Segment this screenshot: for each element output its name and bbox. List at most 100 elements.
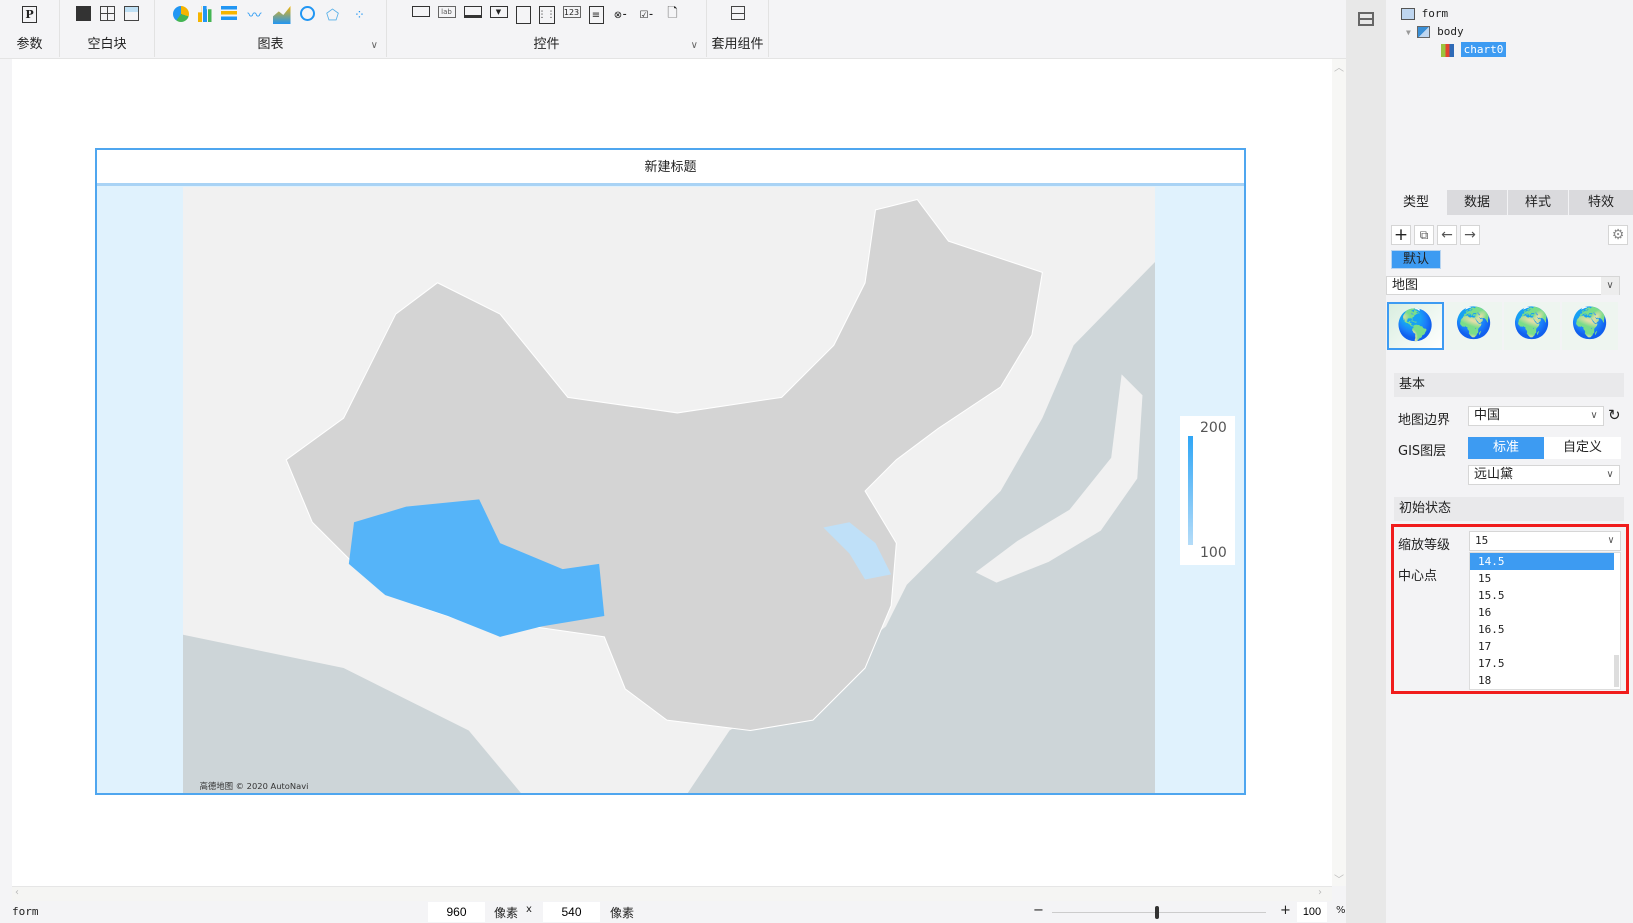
group-label: 套用组件 [711,37,764,52]
canvas-width-input[interactable] [428,902,485,922]
arrow-left-icon[interactable]: ← [1437,225,1457,245]
tree-label: form [1421,7,1449,20]
zoom-out-button[interactable]: − [1033,903,1044,918]
refresh-icon[interactable]: ↻ [1608,406,1621,424]
tab-data[interactable]: 数据 [1447,190,1507,215]
collapse-icon[interactable]: ▼ [1406,28,1411,37]
horizontal-scrollbar[interactable]: ‹ › [12,886,1332,901]
button-widget-icon[interactable] [411,6,430,17]
widget-manager-icon[interactable] [1358,12,1374,26]
area-chart-icon[interactable] [272,6,291,24]
add-icon[interactable]: + [1391,225,1411,245]
parameter-icon[interactable]: P [22,6,37,23]
zoom-level-select[interactable]: 15 ∨ [1469,531,1621,551]
dropdown-option[interactable]: 14.5 [1470,553,1614,570]
map-subtype-region[interactable]: 🌎 [1387,302,1444,350]
map-chart-widget[interactable]: 新建标题 高德地图 © 2020 AutoNavi 200 100 [95,148,1246,795]
map-subtype-point[interactable]: 🌍 [1446,302,1502,350]
gear-icon[interactable]: ⚙ [1608,225,1628,245]
template-component-icon[interactable] [730,6,745,20]
gis-custom-button[interactable]: 自定义 [1544,437,1621,459]
visual-map-legend[interactable]: 200 100 [1180,416,1235,565]
map-boundary-select[interactable]: 中国 ∨ [1468,406,1604,426]
map-subtype-flow[interactable]: 🌍 [1504,302,1560,350]
zoom-level-value: 15 [1475,534,1489,547]
zoom-slider[interactable] [1052,912,1266,913]
scroll-down-icon[interactable]: ﹀ [1332,871,1346,886]
line-chart-icon[interactable]: 〰 [246,6,264,24]
dropdown-option[interactable]: 17 [1470,638,1614,655]
tab-effects[interactable]: 特效 [1569,190,1633,215]
bar-chart-icon[interactable] [197,6,212,22]
zoom-slider-handle[interactable] [1155,906,1159,919]
gis-style-select[interactable]: 远山黛 ∨ [1468,465,1620,485]
china-map[interactable]: 高德地图 © 2020 AutoNavi [183,187,1155,793]
copy-icon[interactable]: ⧉ [1414,225,1434,245]
horizontal-bar-icon[interactable] [220,6,237,20]
chevron-down-icon[interactable]: ∨ [691,40,698,51]
date-widget-icon[interactable] [515,6,531,24]
dropdown-option[interactable]: 15.5 [1470,587,1614,604]
dropdown-widget-icon[interactable]: ▼ [489,6,508,18]
chevron-down-icon[interactable]: ∨ [1601,466,1619,484]
radar-chart-icon[interactable]: ⬠ [324,6,342,24]
scatter-chart-icon[interactable]: ⁘ [351,6,369,24]
absolute-block-icon[interactable] [75,6,91,21]
vertical-scrollbar[interactable]: ︿ ﹀ [1332,59,1346,886]
search-widget-icon[interactable]: 🗋 [664,6,682,24]
dropdown-option[interactable]: 15 [1470,570,1614,587]
toolbar-group-chart: 〰 ⬠ ⁘ 图表 ∨ [155,0,387,57]
chevron-down-icon[interactable]: ∨ [1585,407,1603,425]
tree-node-body[interactable]: ▼ body [1406,25,1464,38]
label-widget-icon[interactable]: lab [437,6,456,18]
tab-style[interactable]: 样式 [1508,190,1568,215]
tree-label: body [1437,25,1464,38]
center-point-label: 中心点 [1398,569,1438,584]
text-widget-icon[interactable] [463,6,482,18]
pie-chart-icon[interactable] [172,6,189,22]
default-tab[interactable]: 默认 [1391,250,1441,269]
split-block-icon[interactable] [99,6,115,21]
zoom-percent-input[interactable] [1297,902,1327,922]
chart-type-select[interactable]: 地图 ∨ [1386,276,1620,295]
list-widget-icon[interactable]: ≡ [588,6,604,24]
form-icon [1401,8,1415,20]
number-widget-icon[interactable]: 123 [562,6,581,18]
arrow-right-icon[interactable]: → [1460,225,1480,245]
scroll-up-icon[interactable]: ︿ [1332,59,1346,74]
canvas-height-input[interactable] [543,902,600,922]
radio-group-icon[interactable]: ⊗⁃ [612,6,630,24]
zoom-level-dropdown[interactable]: 14.5 15 15.5 16 16.5 17 17.5 18 [1469,552,1621,690]
section-initial-state[interactable]: 初始状态 [1394,497,1624,521]
scroll-right-icon[interactable]: › [1318,887,1322,898]
gis-standard-button[interactable]: 标准 [1468,437,1544,459]
dropdown-scrollbar[interactable] [1614,655,1619,687]
chevron-down-icon[interactable]: ∨ [1601,277,1619,295]
status-bar: form 像素 x 像素 − + % [0,901,1346,923]
section-basic[interactable]: 基本 [1394,373,1624,397]
legend-gradient-bar[interactable] [1188,436,1193,545]
group-label: 控件 [533,37,560,52]
times-sign: x [526,904,532,915]
tree-node-chart0[interactable]: chart0 [1441,42,1507,57]
checkbox-group-icon[interactable]: ☑⁃ [638,6,656,24]
side-strip [1346,0,1386,923]
tab-type[interactable]: 类型 [1386,190,1446,215]
dropdown-option[interactable]: 16 [1470,604,1614,621]
zoom-in-button[interactable]: + [1280,903,1291,918]
calendar-widget-icon[interactable]: ⋮⋮ [538,6,556,24]
dropdown-option[interactable]: 16.5 [1470,621,1614,638]
dropdown-option[interactable]: 17.5 [1470,655,1614,672]
properties-panel: form ▼ body chart0 类型 数据 样式 特效 + ⧉ ← → ⚙… [1386,0,1633,923]
tab-block-icon[interactable] [123,6,139,21]
legend-max: 200 [1200,420,1227,436]
tree-node-form[interactable]: form [1401,7,1448,20]
chevron-down-icon[interactable]: ∨ [1602,532,1620,550]
map-subtype-combined[interactable]: 🌍 [1562,302,1618,350]
chevron-down-icon[interactable]: ∨ [371,40,378,51]
scroll-left-icon[interactable]: ‹ [15,887,19,898]
dropdown-option[interactable]: 18 [1470,672,1614,689]
gauge-chart-icon[interactable] [299,6,315,21]
zoom-level-label: 缩放等级 [1398,538,1451,553]
selected-widget-name: form [12,905,39,918]
